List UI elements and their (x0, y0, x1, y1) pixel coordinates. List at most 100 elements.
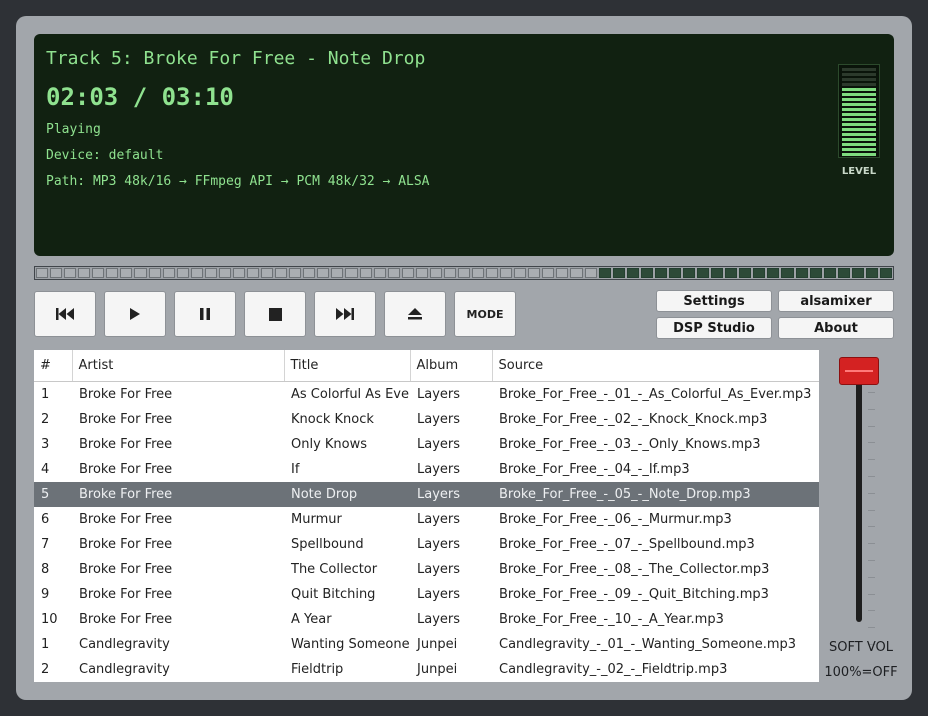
seek-bar-segment (683, 268, 696, 278)
table-row[interactable]: 9 Broke For Free Quit Bitching Layers Broke_… (34, 582, 819, 607)
cell-artist: Broke For Free (79, 511, 173, 527)
level-meter-segment (842, 78, 876, 81)
pause-button[interactable] (174, 291, 236, 337)
level-meter-segment (842, 108, 876, 111)
playlist-header: # Artist Title Album Source (34, 350, 819, 382)
table-row[interactable]: 7 Broke For Free Spellbound Layers Broke_For… (34, 532, 819, 557)
seek-bar-segment (725, 268, 738, 278)
cell-album: Layers (417, 561, 461, 577)
next-button[interactable] (314, 291, 376, 337)
table-row[interactable]: 8 Broke For Free The Collector Layers Broke_… (34, 557, 819, 582)
soft-volume-note: 100%=OFF (824, 665, 898, 680)
cell-artist: Candlegravity (79, 661, 170, 677)
level-meter-segment (842, 93, 876, 96)
fader-tick (868, 560, 875, 561)
seek-bar[interactable] (34, 266, 894, 280)
level-meter-segment (842, 133, 876, 136)
seek-bar-segment (317, 268, 330, 278)
table-row[interactable]: 5 Broke For Free Note Drop Layers Broke_For_… (34, 481, 819, 507)
seek-bar-segment (457, 268, 471, 278)
settings-button[interactable]: Settings (656, 290, 772, 312)
cell-title: As Colorful As Ever (291, 386, 410, 402)
cell-number: 8 (41, 561, 50, 577)
seek-bar-segment (640, 268, 653, 278)
table-row[interactable]: 10 Broke For Free A Year Layers Broke_For_Fr… (34, 607, 819, 632)
seek-bar-segment (176, 268, 189, 278)
seek-bar-segment (570, 268, 583, 278)
about-button[interactable]: About (778, 317, 894, 339)
column-header-album[interactable]: Album (410, 350, 493, 382)
eject-button[interactable] (384, 291, 446, 337)
seek-bar-segment (739, 268, 752, 278)
table-row[interactable]: 6 Broke For Free Murmur Layers Broke_For_Fre… (34, 507, 819, 532)
cell-number: 1 (41, 386, 50, 402)
mode-button[interactable]: MODE (454, 291, 516, 337)
cell-title: A Year (291, 611, 332, 627)
previous-button[interactable] (34, 291, 96, 337)
table-row[interactable]: 4 Broke For Free If Layers Broke_For_Free_-_… (34, 457, 819, 482)
seek-bar-segment (753, 268, 766, 278)
cell-source: Broke_For_Free_-_08_-_The_Collector.mp3 (499, 561, 770, 577)
table-row[interactable]: 1 Candlegravity Wanting Someone Junpei Candl… (34, 632, 819, 657)
seek-bar-segment (190, 268, 203, 278)
column-header-artist[interactable]: Artist (72, 350, 285, 382)
cell-number: 2 (41, 411, 50, 427)
seek-bar-segment (106, 268, 119, 278)
level-meter-segment (842, 73, 876, 76)
signal-path: Path: MP3 48k/16 → FFmpeg API → PCM 48k/… (46, 174, 430, 189)
table-row[interactable]: 2 Candlegravity Fieldtrip Junpei Candlegravi… (34, 657, 819, 682)
volume-fader-track[interactable] (856, 368, 862, 622)
seek-bar-segment (809, 268, 822, 278)
play-button[interactable] (104, 291, 166, 337)
cell-number: 1 (41, 636, 50, 652)
level-meter-segment (842, 98, 876, 101)
fader-tick (868, 408, 875, 410)
table-row[interactable]: 2 Broke For Free Knock Knock Layers Broke_Fo… (34, 407, 819, 432)
table-row[interactable]: 1 Broke For Free As Colorful As Ever Layers… (34, 381, 819, 407)
seek-bar-segment (443, 268, 456, 278)
cell-title: The Collector (291, 561, 378, 577)
column-header-number[interactable]: # (34, 350, 73, 382)
seek-bar-segment (556, 268, 569, 278)
cell-number: 5 (34, 481, 72, 507)
seek-bar-segment (514, 268, 527, 278)
now-playing-display: Track 5: Broke For Free - Note Drop 02:0… (34, 34, 894, 256)
cell-number: 2 (41, 661, 50, 677)
fader-tick (868, 392, 875, 393)
fader-tick (868, 492, 875, 494)
cell-artist: Candlegravity (79, 636, 170, 652)
seek-bar-segment (415, 268, 428, 278)
fader-tick (868, 459, 875, 461)
seek-bar-segment (275, 268, 288, 278)
dsp-studio-button[interactable]: DSP Studio (656, 317, 772, 339)
column-header-title[interactable]: Title (284, 350, 411, 382)
track-title: Track 5: Broke For Free - Note Drop (46, 48, 426, 69)
table-row[interactable]: 3 Broke For Free Only Knows Layers Broke_For… (34, 432, 819, 457)
volume-fader-knob[interactable] (839, 357, 879, 385)
seek-bar-segment (359, 268, 372, 278)
seek-bar-segment (668, 268, 681, 278)
cell-title: Quit Bitching (291, 586, 376, 602)
seek-bar-segment (401, 268, 414, 278)
stop-button[interactable] (244, 291, 306, 337)
level-meter-segment (842, 153, 876, 156)
seek-bar-segment (289, 268, 302, 278)
fader-grip (845, 370, 873, 372)
level-meter-segment (842, 88, 876, 91)
previous-icon (56, 308, 74, 320)
cell-album: Junpei (417, 636, 458, 652)
alsamixer-button[interactable]: alsamixer (778, 290, 894, 312)
fader-tick (868, 476, 875, 477)
playlist[interactable]: # Artist Title Album Source 1 Broke For F… (34, 350, 819, 682)
column-header-source[interactable]: Source (492, 350, 819, 382)
cell-album: Layers (417, 436, 461, 452)
cell-artist: Broke For Free (79, 436, 173, 452)
cell-source: Broke_For_Free_-_04_-_If.mp3 (499, 461, 690, 477)
level-meter-segment (842, 123, 876, 126)
level-meter-segment (842, 143, 876, 146)
stop-icon (268, 307, 282, 321)
cell-album: Layers (417, 511, 461, 527)
cell-title: Note Drop (284, 481, 410, 507)
fader-tick (868, 610, 875, 612)
level-meter-segment (842, 148, 876, 151)
